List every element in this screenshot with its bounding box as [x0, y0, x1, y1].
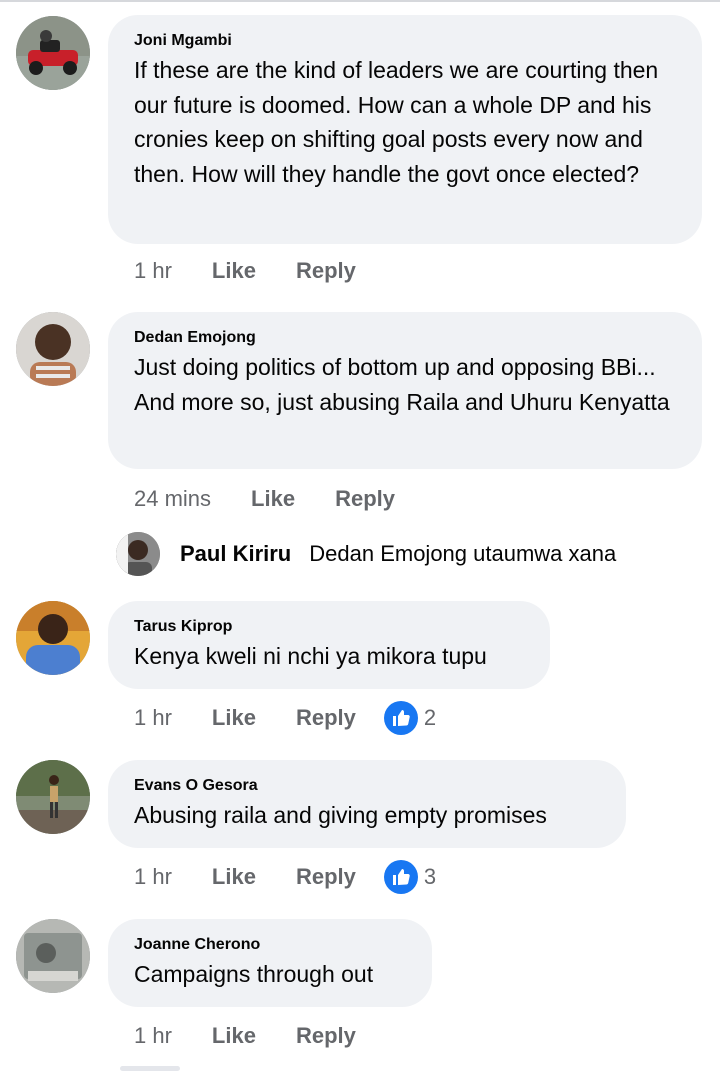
comment-text: Kenya kweli ni nchi ya mikora tupu	[134, 643, 487, 669]
reaction-count: 2	[423, 705, 437, 730]
like-button[interactable]: Like	[212, 705, 256, 731]
comment-time[interactable]: 1 hr	[134, 705, 172, 731]
reply-button[interactable]: Reply	[296, 1023, 356, 1049]
like-button[interactable]: Like	[212, 258, 256, 284]
reply-button[interactable]: Reply	[296, 864, 356, 890]
comment-text: Campaigns through out	[134, 961, 374, 987]
avatar[interactable]	[16, 760, 90, 834]
comment-text: If these are the kind of leaders we are …	[134, 57, 659, 187]
avatar[interactable]	[16, 919, 90, 993]
like-button[interactable]: Like	[212, 864, 256, 890]
reply-author[interactable]: Paul Kiriru	[180, 541, 291, 567]
comment-actions: 24 mins Like Reply	[134, 483, 395, 515]
comment-text: Just doing politics of bottom up and opp…	[134, 354, 670, 415]
top-divider	[0, 0, 720, 2]
reply-button[interactable]: Reply	[296, 705, 356, 731]
comment-actions: 1 hr Like Reply	[134, 255, 356, 287]
comment-author[interactable]: Tarus Kiprop	[134, 617, 524, 637]
avatar[interactable]	[16, 312, 90, 386]
thumbs-up-icon	[383, 860, 418, 894]
comment-bubble: Joanne Cherono Campaigns through out	[108, 919, 432, 1007]
avatar[interactable]	[116, 532, 160, 576]
comment-time[interactable]: 24 mins	[134, 486, 211, 512]
reaction-count: 3	[423, 864, 437, 889]
comment-bubble: Dedan Emojong Just doing politics of bot…	[108, 312, 702, 469]
comment-author[interactable]: Joni Mgambi	[134, 31, 676, 51]
comment-text: Abusing raila and giving empty promises	[134, 802, 547, 828]
thumbs-up-icon	[383, 701, 418, 735]
avatar[interactable]	[16, 16, 90, 90]
next-comment-hint	[120, 1066, 180, 1071]
reaction-summary[interactable]: 2	[383, 701, 437, 735]
like-button[interactable]: Like	[212, 1023, 256, 1049]
avatar[interactable]	[16, 601, 90, 675]
like-button[interactable]: Like	[251, 486, 295, 512]
comment-author[interactable]: Evans O Gesora	[134, 776, 600, 796]
comment-bubble: Tarus Kiprop Kenya kweli ni nchi ya miko…	[108, 601, 550, 689]
comment-bubble: Evans O Gesora Abusing raila and giving …	[108, 760, 626, 848]
reaction-summary[interactable]: 3	[383, 860, 437, 894]
comment-time[interactable]: 1 hr	[134, 258, 172, 284]
comment-time[interactable]: 1 hr	[134, 864, 172, 890]
comment-time[interactable]: 1 hr	[134, 1023, 172, 1049]
comment-bubble: Joni Mgambi If these are the kind of lea…	[108, 15, 702, 244]
comment-actions: 1 hr Like Reply	[134, 1020, 356, 1052]
reply-button[interactable]: Reply	[335, 486, 395, 512]
reply-text: Dedan Emojong utaumwa xana	[309, 541, 617, 566]
comment-author[interactable]: Dedan Emojong	[134, 328, 676, 348]
comment-actions: 1 hr Like Reply 2	[134, 701, 437, 735]
reply-preview[interactable]: Paul Kiriru Dedan Emojong utaumwa xana	[116, 531, 616, 577]
reply-button[interactable]: Reply	[296, 258, 356, 284]
comment-actions: 1 hr Like Reply 3	[134, 860, 437, 894]
comment-author[interactable]: Joanne Cherono	[134, 935, 406, 955]
